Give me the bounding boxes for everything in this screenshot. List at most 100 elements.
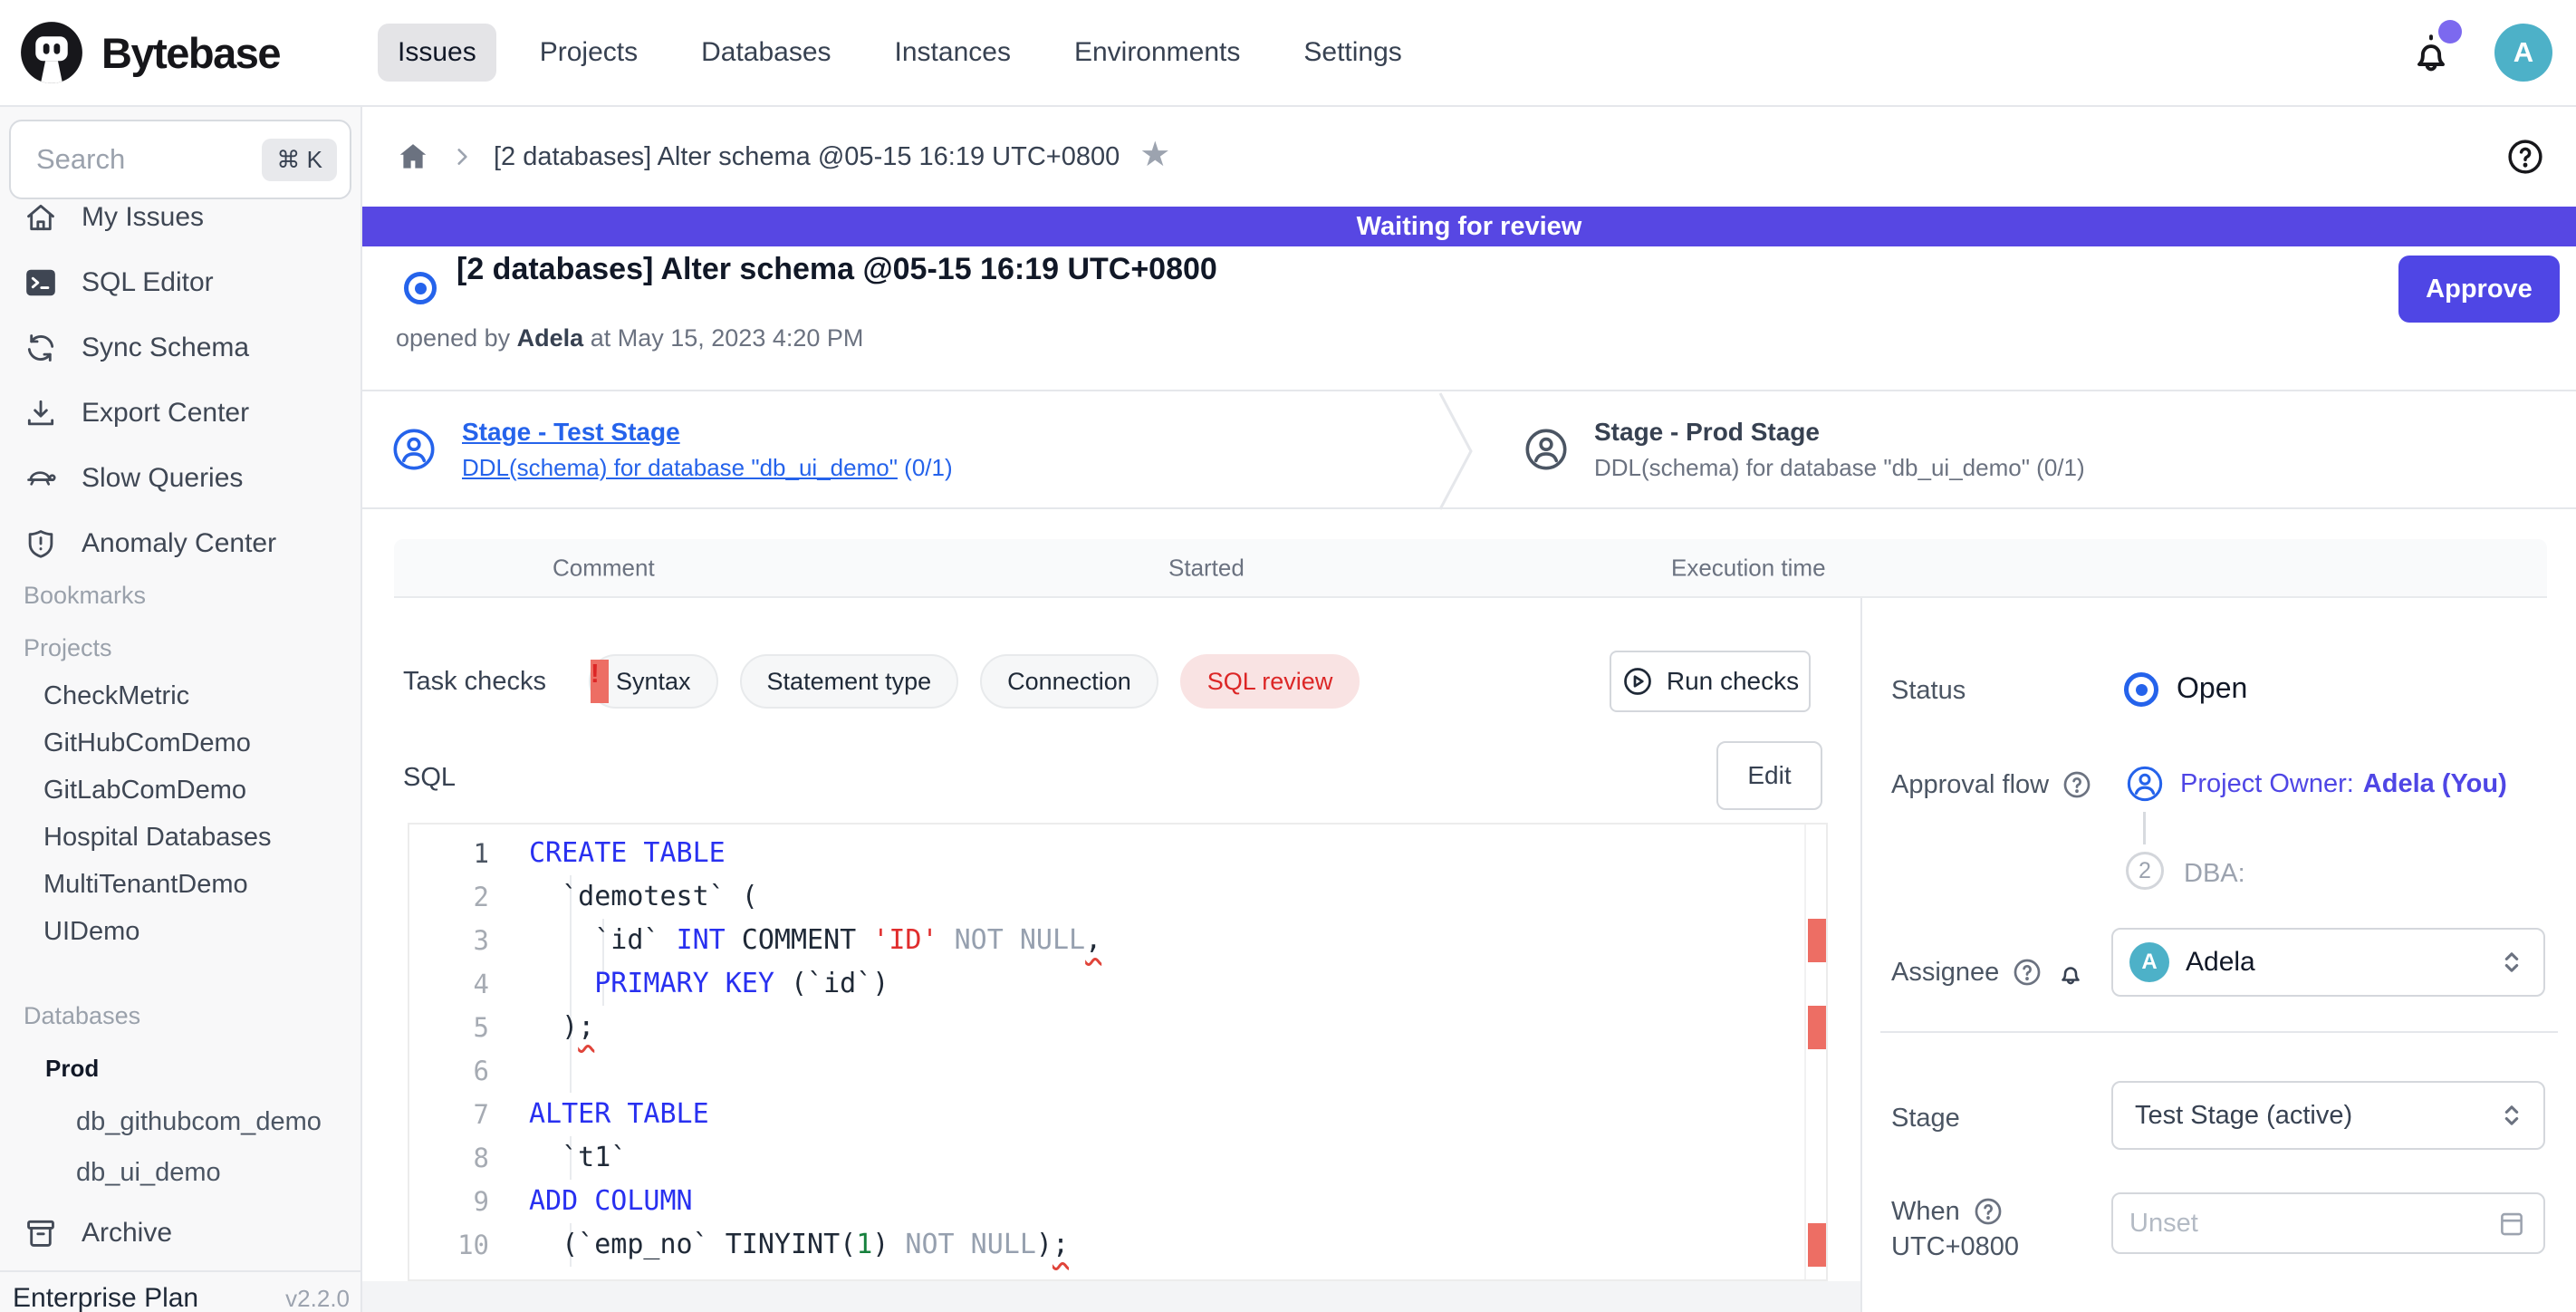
bytebase-app: Bytebase Issues Projects Databases Instance…	[0, 0, 2576, 1312]
notify-assignee-bell-icon[interactable]	[2055, 957, 2086, 988]
issue-meta: opened by Adela at May 15, 2023 4:20 PM	[396, 324, 863, 352]
approve-button[interactable]: Approve	[2398, 256, 2560, 323]
stage-select[interactable]: Test Stage (active)	[2111, 1081, 2545, 1150]
terminal-icon	[24, 265, 58, 300]
line-number: 10	[409, 1223, 516, 1267]
sidebar: Search ⌘ K My IssuesSQL EditorSync Schem…	[0, 107, 362, 1312]
notifications-bell-icon[interactable]	[2408, 29, 2455, 76]
editor-overview-ruler	[1804, 825, 1826, 1279]
sidebar-project-hospital-databases[interactable]: Hospital Databases	[0, 814, 360, 861]
search-placeholder: Search	[36, 143, 125, 176]
nav-tab-issues[interactable]: Issues	[378, 24, 496, 82]
stage-card-prod[interactable]: Stage - Prod Stage DDL(schema) for datab…	[1522, 391, 2085, 507]
code-lines: 1CREATE TABLE2 `demotest` (3 `id` INT CO…	[409, 832, 1802, 1267]
task-check-label: Statement type	[767, 668, 932, 696]
task-check-sql-review[interactable]: !SQL review	[1180, 654, 1360, 709]
when-datetime-input[interactable]: Unset	[2111, 1192, 2545, 1254]
approval-step-2-role: DBA:	[2184, 859, 2245, 889]
chevron-updown-icon	[2496, 1100, 2527, 1131]
stage-card-test[interactable]: Stage - Test Stage DDL(schema) for datab…	[389, 391, 953, 507]
main-content: [2 databases] Alter schema @05-15 16:19 …	[362, 107, 2576, 1312]
issue-open-icon	[404, 272, 437, 304]
stage-title[interactable]: Stage - Prod Stage	[1594, 418, 2085, 447]
code-line: 4 PRIMARY KEY (`id`)	[409, 962, 1802, 1006]
sidebar-project-checkmetric[interactable]: CheckMetric	[0, 672, 360, 719]
code-text: );	[516, 1006, 594, 1049]
sidebar-item-label: Anomaly Center	[82, 528, 276, 559]
sidebar-item-sync-schema[interactable]: Sync Schema	[0, 315, 360, 381]
column-header-started: Started	[1168, 554, 1245, 582]
sidebar-item-my-issues[interactable]: My Issues	[0, 185, 360, 250]
sidebar-project-multitenantdemo[interactable]: MultiTenantDemo	[0, 861, 360, 908]
sidebar-database-db-githubcom-demo[interactable]: db_githubcom_demo	[0, 1096, 360, 1147]
sidebar-item-export-center[interactable]: Export Center	[0, 381, 360, 446]
bookmark-star-icon[interactable]: ★	[1139, 138, 1170, 172]
status-open-icon	[2124, 672, 2158, 707]
column-header-execution-time: Execution time	[1671, 554, 1826, 582]
sidebar-project-gitlabcomdemo[interactable]: GitLabComDemo	[0, 767, 360, 814]
sidebar-item-label: Archive	[82, 1218, 172, 1249]
code-text: ALTER TABLE	[516, 1093, 709, 1136]
nav-tab-settings[interactable]: Settings	[1283, 24, 1421, 82]
code-line: 9ADD COLUMN	[409, 1180, 1802, 1223]
code-text: `t1`	[516, 1136, 627, 1180]
sidebar-item-anomaly-center[interactable]: Anomaly Center	[0, 511, 360, 576]
code-line: 1CREATE TABLE	[409, 832, 1802, 875]
stage-separator	[1437, 391, 1476, 511]
home-icon[interactable]	[396, 140, 430, 174]
sidebar-item-label: Slow Queries	[82, 463, 243, 494]
code-text: PRIMARY KEY (`id`)	[516, 962, 889, 1006]
run-checks-button[interactable]: Run checks	[1610, 651, 1811, 712]
task-check-statement-type[interactable]: ✓Statement type	[740, 654, 959, 709]
main-nav-tabs: Issues Projects Databases Instances Environm…	[378, 0, 1422, 105]
app-version: v2.2.0	[285, 1285, 350, 1312]
task-check-connection[interactable]: ✓Connection	[980, 654, 1158, 709]
task-table-header: CommentStartedExecution time	[394, 539, 2547, 598]
sidebar-item-slow-queries[interactable]: Slow Queries	[0, 446, 360, 511]
shield-icon	[24, 526, 58, 561]
stage-person-icon	[1522, 425, 1571, 474]
stage-title-link[interactable]: Stage - Test Stage	[462, 418, 953, 447]
sidebar-footer: Enterprise Plan v2.2.0	[0, 1270, 360, 1312]
editor-error-mark	[1808, 1006, 1826, 1049]
when-timezone: UTC+0800	[1891, 1232, 2019, 1262]
nav-tab-environments[interactable]: Environments	[1054, 24, 1260, 82]
assignee-select[interactable]: A Adela	[2111, 928, 2545, 997]
editor-footer-strip	[362, 1281, 1860, 1312]
brand-name: Bytebase	[101, 28, 280, 78]
code-line: 3 `id` INT COMMENT 'ID' NOT NULL,	[409, 919, 1802, 962]
line-number: 5	[409, 1006, 516, 1049]
nav-tab-instances[interactable]: Instances	[875, 24, 1031, 82]
help-circle-icon[interactable]	[2012, 957, 2043, 988]
sidebar-database-db-ui-demo[interactable]: db_ui_demo	[0, 1147, 360, 1198]
help-circle-icon[interactable]	[2062, 769, 2092, 800]
code-text: `id` INT COMMENT 'ID' NOT NULL,	[516, 919, 1101, 962]
stage-task[interactable]: DDL(schema) for database "db_ui_demo" (0…	[1594, 454, 2085, 482]
line-number: 4	[409, 962, 516, 1006]
code-line: 5 );	[409, 1006, 1802, 1049]
breadcrumb: [2 databases] Alter schema @05-15 16:19 …	[362, 107, 2576, 207]
help-icon[interactable]	[2505, 137, 2545, 177]
status-value: Open	[2177, 671, 2247, 705]
sidebar-project-uidemo[interactable]: UIDemo	[0, 908, 360, 955]
sql-editor[interactable]: 1CREATE TABLE2 `demotest` (3 `id` INT CO…	[408, 823, 1828, 1281]
edit-sql-button[interactable]: Edit	[1716, 741, 1822, 810]
sql-section-label: SQL	[403, 763, 456, 793]
sidebar-item-label: SQL Editor	[82, 267, 214, 298]
nav-tab-databases[interactable]: Databases	[681, 24, 851, 82]
nav-tab-projects[interactable]: Projects	[520, 24, 658, 82]
page-title: [2 databases] Alter schema @05-15 16:19 …	[457, 252, 1217, 287]
user-avatar[interactable]: A	[2494, 24, 2552, 82]
line-number: 3	[409, 919, 516, 962]
sidebar-item-archive[interactable]: Archive	[0, 1201, 360, 1266]
stage-task-link[interactable]: DDL(schema) for database "db_ui_demo" (0…	[462, 454, 953, 482]
brand-logo[interactable]: Bytebase	[18, 0, 280, 105]
task-checks-label: Task checks	[403, 667, 546, 697]
home-icon	[24, 200, 58, 235]
sidebar-project-githubcomdemo[interactable]: GitHubComDemo	[0, 719, 360, 767]
sidebar-item-sql-editor[interactable]: SQL Editor	[0, 250, 360, 315]
assignee-value: Adela	[2186, 947, 2496, 978]
stage-person-icon	[389, 425, 438, 474]
help-circle-icon[interactable]	[1973, 1196, 2004, 1227]
approval-step-1: Project Owner:Adela (You)	[2180, 769, 2507, 799]
